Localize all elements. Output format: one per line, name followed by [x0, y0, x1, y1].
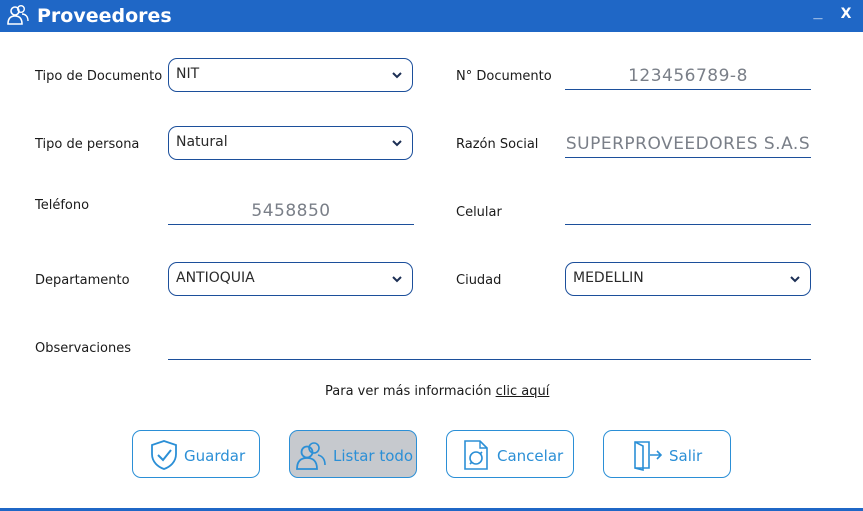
more-info-label: Para ver más información	[325, 384, 496, 399]
chevron-down-icon	[790, 276, 800, 283]
more-info-text: Para ver más información clic aquí	[325, 384, 549, 399]
celular-input[interactable]	[565, 199, 811, 225]
chevron-down-icon	[392, 72, 402, 79]
tipo-documento-label: Tipo de Documento	[35, 69, 163, 84]
title-bar: Proveedores _ X	[0, 0, 863, 32]
departamento-label: Departamento	[35, 273, 130, 288]
more-info-link[interactable]: clic aquí	[496, 384, 550, 399]
razon-social-label: Razón Social	[456, 137, 539, 152]
ciudad-label: Ciudad	[456, 273, 502, 288]
close-button[interactable]: X	[836, 6, 856, 28]
razon-social-input[interactable]: SUPERPROVEEDORES S.A.S	[565, 132, 811, 158]
celular-label: Celular	[456, 205, 502, 220]
tipo-persona-select[interactable]: Natural	[168, 126, 413, 160]
shield-check-icon	[151, 440, 177, 470]
guardar-button[interactable]: Guardar	[132, 430, 260, 478]
telefono-input[interactable]: 5458850	[168, 199, 414, 225]
chevron-down-icon	[392, 140, 402, 147]
tipo-documento-value: NIT	[176, 66, 200, 82]
observaciones-label: Observaciones	[35, 341, 131, 356]
tipo-documento-select[interactable]: NIT	[168, 58, 413, 92]
tipo-persona-value: Natural	[176, 134, 228, 150]
users-icon	[296, 442, 326, 470]
cancelar-button[interactable]: Cancelar	[446, 430, 574, 478]
ciudad-value: MEDELLIN	[573, 270, 644, 286]
chevron-down-icon	[392, 276, 402, 283]
salir-button[interactable]: Salir	[603, 430, 731, 478]
door-exit-icon	[634, 441, 662, 471]
listar-todo-button[interactable]: Listar todo	[289, 430, 417, 478]
minimize-button[interactable]: _	[808, 4, 828, 26]
window-title: Proveedores	[37, 5, 172, 27]
listar-todo-label: Listar todo	[333, 447, 414, 465]
numero-documento-label: N° Documento	[456, 69, 552, 84]
numero-documento-input[interactable]: 123456789-8	[565, 64, 811, 90]
salir-label: Salir	[669, 447, 703, 465]
telefono-label: Teléfono	[35, 198, 90, 213]
departamento-value: ANTIOQUIA	[176, 270, 255, 286]
guardar-label: Guardar	[184, 447, 246, 465]
document-refresh-icon	[464, 440, 488, 470]
departamento-select[interactable]: ANTIOQUIA	[168, 262, 413, 296]
tipo-persona-label: Tipo de persona	[35, 137, 140, 152]
observaciones-input[interactable]	[168, 334, 811, 360]
users-icon	[7, 5, 29, 25]
ciudad-select[interactable]: MEDELLIN	[565, 262, 811, 296]
cancelar-label: Cancelar	[497, 447, 564, 465]
